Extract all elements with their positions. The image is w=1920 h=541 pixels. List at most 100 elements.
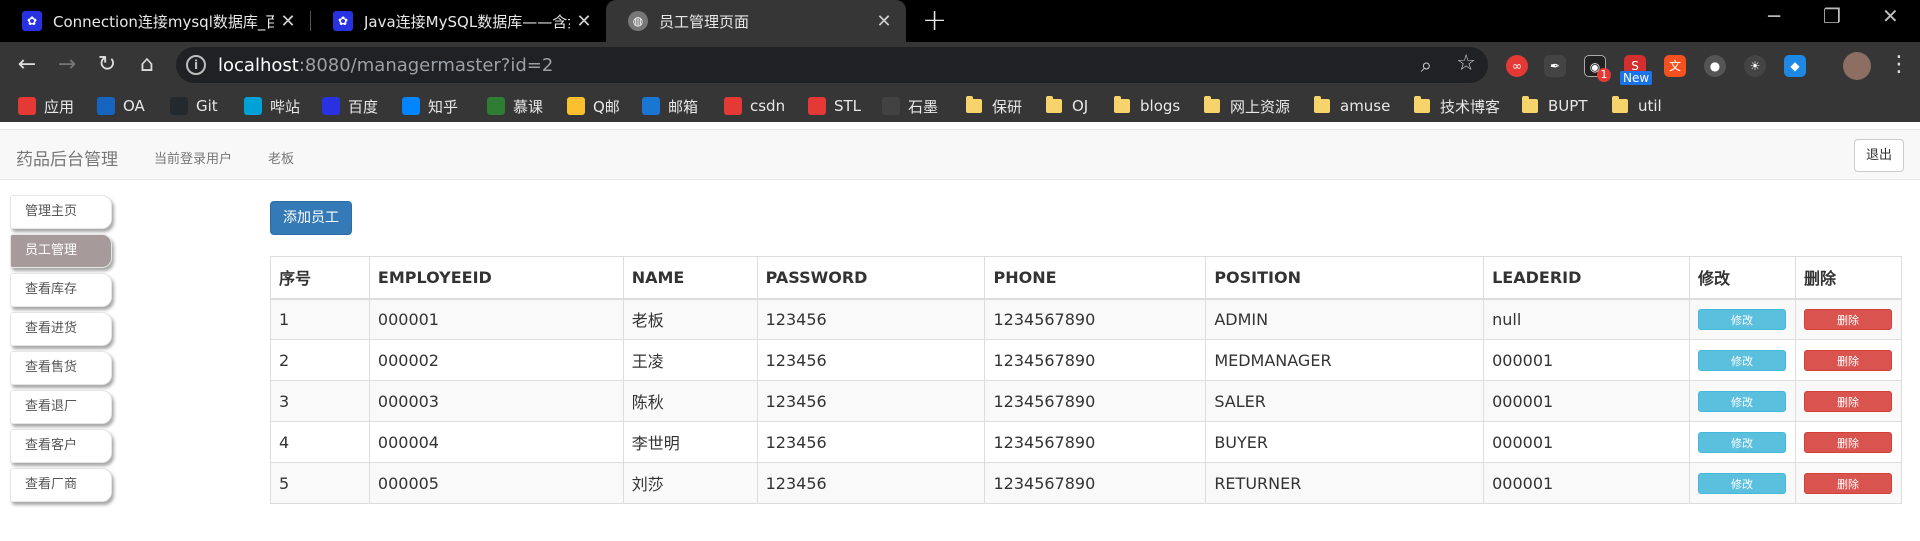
menu-icon[interactable]: ⋮ (1884, 50, 1914, 80)
minimize-icon[interactable]: ─ (1768, 4, 1780, 28)
extension-bulb-icon[interactable]: ☀ (1744, 55, 1766, 77)
edit-button[interactable]: 修改 (1697, 308, 1786, 330)
extension-infinity-icon[interactable]: ∞ (1506, 55, 1528, 77)
add-employee-button[interactable]: 添加员工 (270, 201, 352, 235)
bookmark-item[interactable]: 应用 (18, 95, 74, 117)
bookmark-item[interactable]: 哔站 (244, 95, 300, 117)
mail-icon (642, 97, 660, 115)
bookmark-item[interactable]: 邮箱 (642, 95, 698, 117)
bookmark-item[interactable]: 百度 (322, 95, 378, 117)
bookmark-item[interactable]: 知乎 (402, 95, 458, 117)
info-icon[interactable]: i (186, 55, 206, 75)
brand-title[interactable]: 药品后台管理 (16, 145, 118, 170)
bookmark-item[interactable]: csdn (724, 95, 785, 117)
edit-button[interactable]: 修改 (1697, 390, 1786, 412)
column-header: NAME (622, 256, 758, 300)
zoom-icon[interactable]: ⌕ (1421, 53, 1432, 77)
table-cell: 000001 (1483, 462, 1690, 504)
sidebar-item[interactable]: 管理主页 (10, 195, 112, 229)
sidebar-item[interactable]: 员工管理 (10, 234, 112, 268)
sidebar-item[interactable]: 查看厂商 (10, 468, 112, 502)
new-tab-button[interactable]: + (922, 4, 947, 38)
table-cell: 4 (270, 421, 370, 463)
table-cell: 2 (270, 339, 370, 381)
bookmark-label: csdn (750, 97, 786, 115)
bookmark-item[interactable]: OJ (1046, 95, 1088, 117)
browser-tab-3-active[interactable]: ◍ 员工管理页面 ✕ (606, 0, 906, 42)
bookmark-item[interactable]: amuse (1314, 95, 1390, 117)
bookmark-label: OJ (1072, 97, 1089, 115)
bookmark-label: 技术博客 (1440, 97, 1501, 116)
maximize-icon[interactable]: ❐ (1823, 4, 1841, 28)
bookmark-label: blogs (1140, 97, 1181, 115)
edit-button[interactable]: 修改 (1697, 431, 1786, 453)
bookmark-item[interactable]: Git (170, 95, 218, 117)
close-tab-icon[interactable]: ✕ (870, 11, 898, 32)
table-cell: BUYER (1205, 421, 1485, 463)
bookmark-item[interactable]: 网上资源 (1204, 95, 1290, 117)
delete-button[interactable]: 删除 (1803, 431, 1892, 453)
current-user-label: 当前登录用户 (154, 152, 233, 167)
url-text[interactable]: localhost:8080/managermaster?id=2 (218, 55, 553, 76)
address-bar[interactable]: i localhost:8080/managermaster?id=2 ⌕ ☆ (176, 47, 1488, 83)
extension-diamond-icon[interactable]: ◆ (1784, 55, 1806, 77)
column-header: 序号 (270, 256, 370, 300)
edit-cell: 修改 (1688, 380, 1796, 422)
delete-button[interactable]: 删除 (1803, 472, 1892, 494)
delete-button[interactable]: 删除 (1803, 308, 1892, 330)
current-user-name: 老板 (268, 152, 295, 167)
bookmark-item[interactable]: 慕课 (487, 95, 543, 117)
page-content: 药品后台管理 当前登录用户 老板 退出 管理主页员工管理查看库存查看进货查看售货… (0, 122, 1920, 541)
table-cell: 李世明 (622, 421, 758, 463)
bookmark-star-icon[interactable]: ☆ (1456, 51, 1476, 76)
home-icon[interactable]: ⌂ (132, 50, 162, 80)
bookmark-label: STL (834, 97, 862, 115)
table-cell: 陈秋 (622, 380, 758, 422)
close-tab-icon[interactable]: ✕ (274, 11, 302, 32)
sidebar-item[interactable]: 查看客户 (10, 429, 112, 463)
bookmark-item[interactable]: util (1612, 95, 1662, 117)
table-cell: 1234567890 (984, 339, 1207, 381)
sidebar-item[interactable]: 查看退厂 (10, 390, 112, 424)
edit-button[interactable]: 修改 (1697, 349, 1786, 371)
forward-icon[interactable]: → (52, 50, 82, 80)
table-row: 5 000005 刘莎 123456 1234567890 RETURNER 000001 修… (270, 462, 1903, 504)
edit-cell: 修改 (1688, 421, 1796, 463)
edit-button[interactable]: 修改 (1697, 472, 1786, 494)
bilibili-icon (244, 97, 262, 115)
bookmark-label: util (1638, 97, 1662, 115)
logout-button[interactable]: 退出 (1853, 139, 1904, 172)
extension-feather-icon[interactable]: ✒ (1544, 55, 1566, 77)
column-header: EMPLOYEEID (368, 256, 624, 300)
close-window-icon[interactable]: ✕ (1882, 4, 1899, 28)
sidebar-item[interactable]: 查看库存 (10, 273, 112, 307)
extension-ball-icon[interactable]: ● (1704, 55, 1726, 77)
bookmark-label: amuse (1340, 97, 1391, 115)
browser-tab-2[interactable]: ✿ Java连接MySQL数据库——含步 ✕ (311, 0, 606, 42)
sidebar-item[interactable]: 查看售货 (10, 351, 112, 385)
delete-cell: 删除 (1794, 421, 1903, 463)
bookmark-item[interactable]: STL (808, 95, 861, 117)
bookmark-item[interactable]: 技术博客 (1414, 95, 1500, 117)
close-tab-icon[interactable]: ✕ (570, 11, 598, 32)
delete-button[interactable]: 删除 (1803, 390, 1892, 412)
table-cell: 刘莎 (622, 462, 758, 504)
browser-toolbar: ← → ↻ ⌂ i localhost:8080/managermaster?i… (0, 42, 1920, 89)
bookmark-item[interactable]: 保研 (966, 95, 1022, 117)
bookmark-item[interactable]: 石墨 (882, 95, 938, 117)
back-icon[interactable]: ← (12, 50, 42, 80)
extension-count-badge: 1 (1597, 68, 1611, 82)
bookmark-item[interactable]: blogs (1114, 95, 1180, 117)
extension-translate-icon[interactable]: 文 (1664, 55, 1686, 77)
bookmark-item[interactable]: Q邮 (567, 95, 620, 117)
profile-avatar[interactable] (1843, 52, 1871, 80)
browser-tab-1[interactable]: ✿ Connection连接mysql数据库_百 ✕ (0, 0, 310, 42)
bookmark-item[interactable]: OA (97, 95, 145, 117)
sidebar-item[interactable]: 查看进货 (10, 312, 112, 346)
column-header: 删除 (1794, 256, 1903, 300)
delete-button[interactable]: 删除 (1803, 349, 1892, 371)
reload-icon[interactable]: ↻ (92, 50, 122, 80)
table-cell: 1 (270, 298, 370, 340)
table-row: 3 000003 陈秋 123456 1234567890 SALER 000001 修改 删除 (270, 380, 1903, 422)
bookmark-item[interactable]: BUPT (1522, 95, 1587, 117)
